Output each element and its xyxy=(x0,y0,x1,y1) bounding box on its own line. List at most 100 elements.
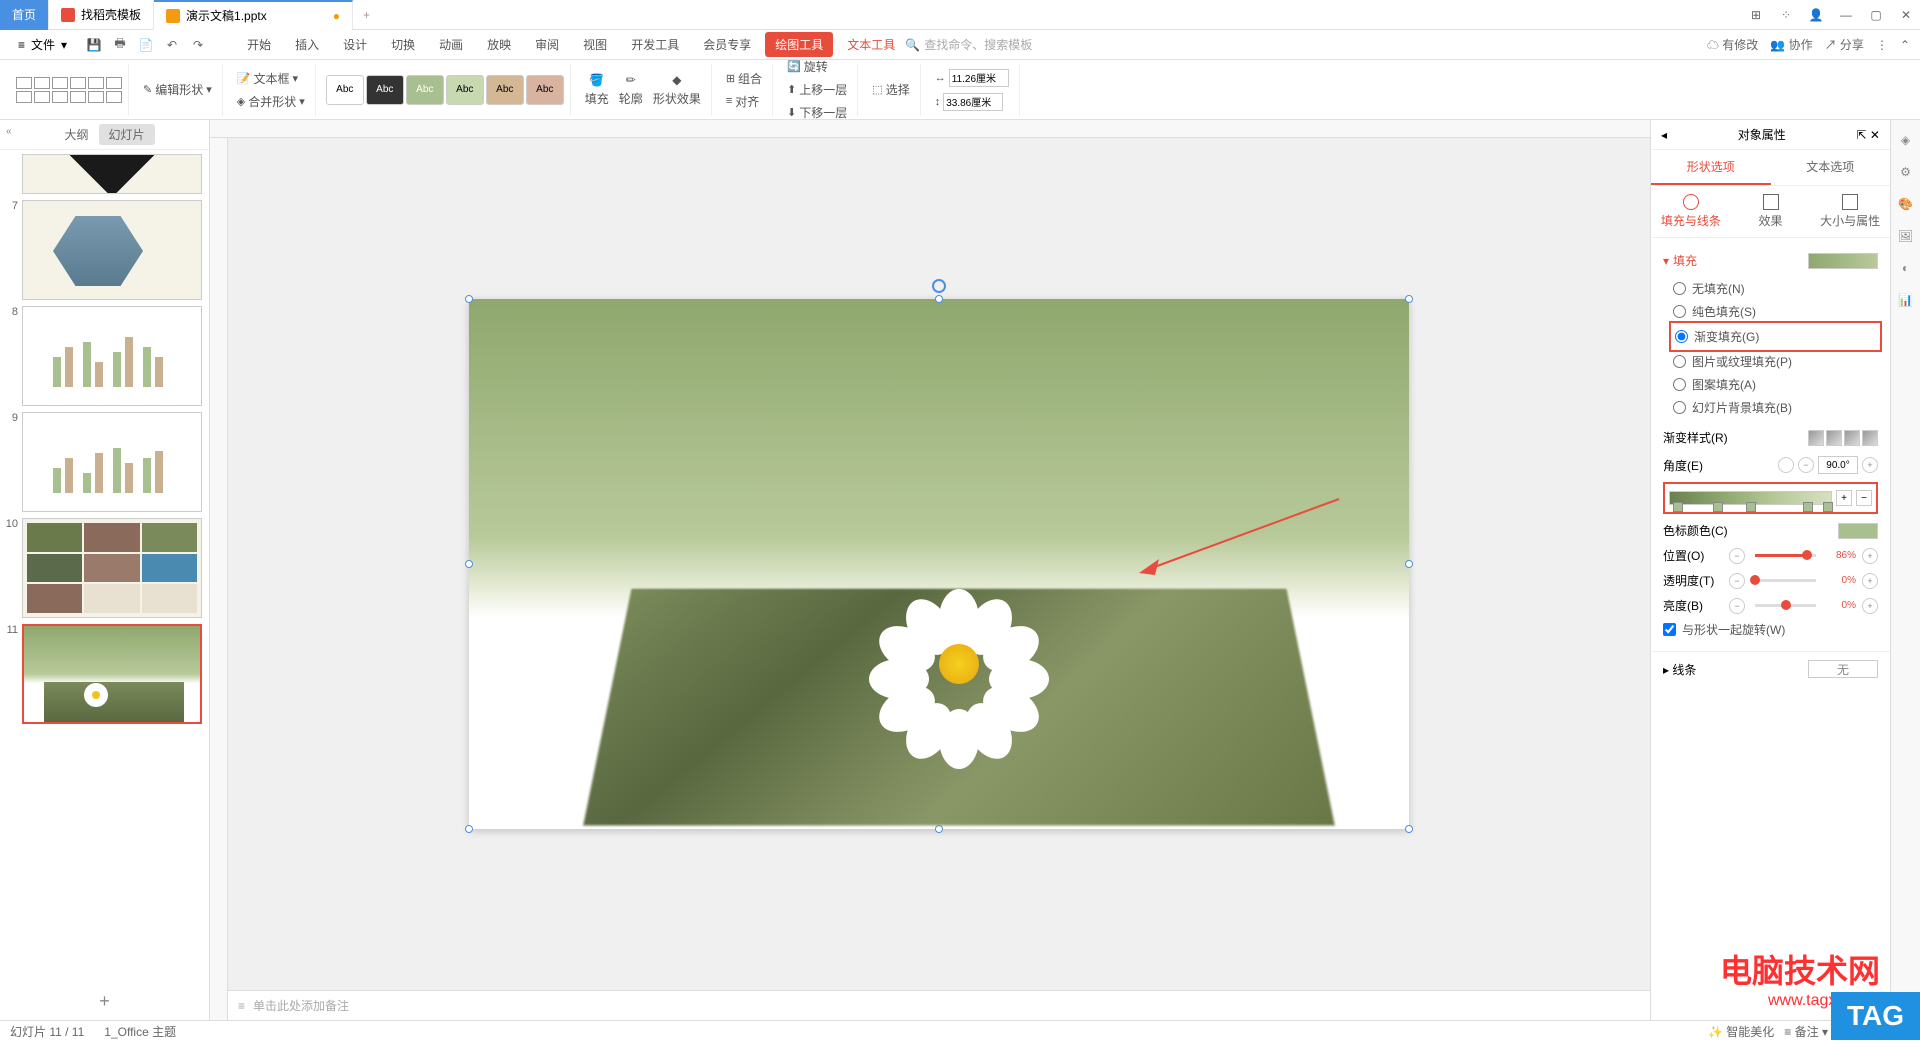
angle-dial[interactable] xyxy=(1778,457,1794,473)
tab-home[interactable]: 首页 xyxy=(0,0,49,30)
handle-mr[interactable] xyxy=(1405,560,1413,568)
user-icon[interactable]: 👤 xyxy=(1802,1,1830,29)
handle-bl[interactable] xyxy=(465,825,473,833)
style-5[interactable]: Abc xyxy=(486,75,524,105)
shape-gallery[interactable] xyxy=(16,77,122,103)
redo-icon[interactable]: ↷ xyxy=(189,36,207,54)
bring-forward-button[interactable]: ⬆ 上移一层 xyxy=(783,79,851,100)
align-button[interactable]: ≡ 对齐 xyxy=(722,91,766,112)
rt-shape-icon[interactable]: ◐ xyxy=(1896,258,1916,278)
group-button[interactable]: ⊞ 组合 xyxy=(722,68,766,89)
height-field[interactable]: ↕ xyxy=(931,91,1013,113)
canvas-content[interactable] xyxy=(228,138,1650,990)
slides-tab[interactable]: 幻灯片 xyxy=(99,124,155,145)
transparency-minus[interactable]: − xyxy=(1729,573,1745,589)
rotate-with-shape-checkbox[interactable]: 与形状一起旋转(W) xyxy=(1663,618,1878,641)
fill-slidebg-radio[interactable]: 幻灯片背景填充(B) xyxy=(1673,396,1878,419)
thumb-8[interactable]: 8 xyxy=(4,306,205,406)
handle-bm[interactable] xyxy=(935,825,943,833)
rt-style-icon[interactable]: 🎨 xyxy=(1896,194,1916,214)
search-box[interactable]: 🔍 查找命令、搜索模板 xyxy=(905,36,1032,53)
thumb-11[interactable]: 11 xyxy=(4,624,205,724)
add-stop-button[interactable]: + xyxy=(1836,490,1852,506)
fill-section-header[interactable]: ▾ 填充 xyxy=(1663,252,1697,269)
fill-button[interactable]: 🪣填充 xyxy=(581,71,613,109)
style-1[interactable]: Abc xyxy=(326,75,364,105)
save-icon[interactable]: 💾 xyxy=(85,36,103,54)
style-6[interactable]: Abc xyxy=(526,75,564,105)
menu-vip[interactable]: 会员专享 xyxy=(693,32,761,57)
apps-icon[interactable]: ⁘ xyxy=(1772,1,1800,29)
expand-icon[interactable]: ⌃ xyxy=(1900,38,1910,52)
thumb-9[interactable]: 9 xyxy=(4,412,205,512)
fill-gradient-radio[interactable]: 渐变填充(G) xyxy=(1675,325,1876,348)
size-prop-tab[interactable]: 大小与属性 xyxy=(1810,186,1890,237)
line-section-header[interactable]: ▸ 线条 xyxy=(1663,661,1696,678)
handle-tm[interactable] xyxy=(935,295,943,303)
merge-shape-button[interactable]: ◈ 合并形状 ▾ xyxy=(233,91,309,112)
grad-presets[interactable] xyxy=(1808,430,1878,446)
line-preview[interactable]: 无 xyxy=(1808,660,1878,678)
collapse-panel-icon[interactable]: « xyxy=(4,124,14,139)
transparency-plus[interactable]: + xyxy=(1862,573,1878,589)
text-options-tab[interactable]: 文本选项 xyxy=(1771,150,1891,185)
menu-drawtools[interactable]: 绘图工具 xyxy=(765,32,833,57)
handle-tr[interactable] xyxy=(1405,295,1413,303)
thumb-7[interactable]: 7 xyxy=(4,200,205,300)
style-4[interactable]: Abc xyxy=(446,75,484,105)
print-preview-icon[interactable]: 📄 xyxy=(137,36,155,54)
position-slider[interactable] xyxy=(1755,554,1816,557)
fill-solid-radio[interactable]: 纯色填充(S) xyxy=(1673,300,1878,323)
style-3[interactable]: Abc xyxy=(406,75,444,105)
stop-color-picker[interactable] xyxy=(1838,523,1878,539)
notes-toggle[interactable]: ≡ 备注 ▾ xyxy=(1784,1023,1828,1040)
minimize-button[interactable]: — xyxy=(1832,1,1860,29)
share-button[interactable]: ↗ 分享 xyxy=(1825,36,1864,53)
menu-design[interactable]: 设计 xyxy=(333,32,377,57)
prop-close-icon[interactable]: ✕ xyxy=(1870,128,1880,142)
rt-select-icon[interactable]: ◈ xyxy=(1896,130,1916,150)
handle-tl[interactable] xyxy=(465,295,473,303)
menu-start[interactable]: 开始 xyxy=(237,32,281,57)
transparency-slider[interactable] xyxy=(1755,579,1816,582)
menu-transition[interactable]: 切换 xyxy=(381,32,425,57)
shape-effect-button[interactable]: ◆形状效果 xyxy=(649,71,705,109)
menu-animation[interactable]: 动画 xyxy=(429,32,473,57)
fill-preview[interactable] xyxy=(1808,253,1878,269)
rotate-button[interactable]: 🔄 旋转 xyxy=(783,56,851,77)
menu-insert[interactable]: 插入 xyxy=(285,32,329,57)
menu-view[interactable]: 视图 xyxy=(573,32,617,57)
handle-br[interactable] xyxy=(1405,825,1413,833)
position-plus[interactable]: + xyxy=(1862,548,1878,564)
fill-picture-radio[interactable]: 图片或纹理填充(P) xyxy=(1673,350,1878,373)
width-field[interactable]: ↔ xyxy=(931,67,1013,89)
brightness-plus[interactable]: + xyxy=(1862,598,1878,614)
thumb-10[interactable]: 10 xyxy=(4,518,205,618)
handle-ml[interactable] xyxy=(465,560,473,568)
rotate-handle[interactable] xyxy=(932,279,946,293)
menu-slideshow[interactable]: 放映 xyxy=(477,32,521,57)
tab-file[interactable]: 演示文稿1.pptx● xyxy=(154,0,353,30)
fill-pattern-radio[interactable]: 图案填充(A) xyxy=(1673,373,1878,396)
rt-image-icon[interactable]: 🖼 xyxy=(1896,226,1916,246)
rt-chart-icon[interactable]: 📊 xyxy=(1896,290,1916,310)
fill-line-tab[interactable]: 填充与线条 xyxy=(1651,186,1731,237)
edit-shape-button[interactable]: ✎ 编辑形状 ▾ xyxy=(139,79,216,100)
ai-beautify-button[interactable]: ✨ 智能美化 xyxy=(1708,1023,1774,1040)
menu-review[interactable]: 审阅 xyxy=(525,32,569,57)
prop-back-icon[interactable]: ◂ xyxy=(1661,128,1667,142)
menu-devtools[interactable]: 开发工具 xyxy=(621,32,689,57)
position-minus[interactable]: − xyxy=(1729,548,1745,564)
outline-button[interactable]: ✏轮廓 xyxy=(615,71,647,109)
angle-minus[interactable]: − xyxy=(1798,457,1814,473)
menu-texttools[interactable]: 文本工具 xyxy=(837,32,905,57)
outline-tab[interactable]: 大纲 xyxy=(54,124,98,145)
gradient-bar[interactable] xyxy=(1669,491,1832,505)
thumbnails-list[interactable]: 7 8 9 10 11 xyxy=(0,150,209,983)
thumb-6-partial[interactable] xyxy=(4,154,205,194)
rt-settings-icon[interactable]: ⚙ xyxy=(1896,162,1916,182)
tab-add[interactable]: + xyxy=(353,8,380,22)
remove-stop-button[interactable]: − xyxy=(1856,490,1872,506)
shape-options-tab[interactable]: 形状选项 xyxy=(1651,150,1771,185)
close-button[interactable]: ✕ xyxy=(1892,1,1920,29)
